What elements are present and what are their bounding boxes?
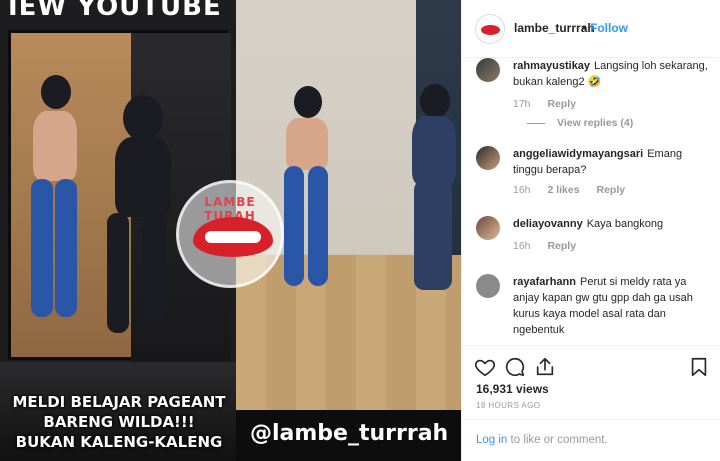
comment-body: rayafarhann Perut si meldy rata ya anjay …	[513, 274, 709, 338]
comment-username[interactable]: anggeliawidymayangsari	[513, 148, 643, 160]
follow-button[interactable]: Follow	[590, 21, 628, 35]
view-replies-label: View replies (4)	[557, 117, 634, 129]
reply-button[interactable]: Reply	[597, 184, 626, 196]
comment-username[interactable]: rayafarhann	[513, 276, 576, 288]
media-caption: MELDI BELAJAR PAGEANT BARENG WILDA!!! BU…	[12, 392, 226, 452]
comments-list[interactable]: rahmayustikay Langsing loh sekarang, buka…	[462, 58, 720, 345]
post-timestamp: 18 HOURS AGO	[476, 401, 541, 410]
comment-likes[interactable]: 2 likes	[547, 184, 579, 196]
media-handle-bar: @lambe_turrrah	[236, 410, 461, 461]
media-caption-line-3: BUKAN KALENG-KALENG	[15, 433, 223, 451]
heart-icon[interactable]	[474, 356, 496, 378]
profile-avatar[interactable]	[475, 14, 505, 44]
view-replies-button[interactable]: View replies (4)	[527, 117, 633, 129]
comment-body: anggeliawidymayangsari Emang tinggu berap…	[513, 146, 709, 178]
comment-time: 16h	[513, 240, 531, 252]
comment-time: 17h	[513, 98, 531, 110]
login-prompt-text: to like or comment.	[507, 434, 608, 446]
bookmark-icon[interactable]	[688, 356, 710, 378]
media-top-caption: IEW YOUTUBE	[8, 0, 222, 22]
post-actions: 16,931 views 18 HOURS AGO Log in to like…	[462, 345, 720, 461]
comment-avatar[interactable]	[476, 146, 500, 170]
comment-username[interactable]: rahmayustikay	[513, 60, 590, 72]
lambe-turah-watermark: LAMBE TURAH	[176, 180, 284, 288]
comment-meta: 16h 2 likes Reply	[513, 184, 639, 196]
share-icon[interactable]	[534, 356, 556, 378]
comment-text: Kaya bangkong	[586, 218, 664, 230]
comment-avatar[interactable]	[476, 216, 500, 240]
post-header: lambe_turrrah • Follow	[462, 0, 720, 58]
comment-meta: 17h Reply	[513, 98, 590, 110]
comment-meta: 16h Reply	[513, 240, 590, 252]
post-media[interactable]: IEW YOUTUBE MELDI BELAJAR PAGEANT BARENG…	[0, 0, 461, 461]
header-separator: •	[582, 21, 587, 35]
comment-avatar[interactable]	[476, 58, 500, 82]
login-link[interactable]: Log in	[476, 434, 507, 446]
view-count[interactable]: 16,931 views	[476, 382, 549, 396]
comment-body: deliayovanny Kaya bangkong	[513, 216, 709, 232]
reply-button[interactable]: Reply	[547, 240, 576, 252]
comment-time: 16h	[513, 184, 531, 196]
reply-button[interactable]: Reply	[547, 98, 576, 110]
media-handle-text: @lambe_turrrah	[250, 421, 449, 446]
media-caption-line-2: BARENG WILDA!!!	[43, 413, 195, 431]
media-caption-line-1: MELDI BELAJAR PAGEANT	[12, 393, 226, 411]
comment-body: rahmayustikay Langsing loh sekarang, buka…	[513, 58, 709, 90]
post-sidebar: lambe_turrrah • Follow rahmayustikay Lang…	[461, 0, 720, 461]
login-prompt: Log in to like or comment.	[462, 419, 720, 461]
comment-icon[interactable]	[504, 356, 526, 378]
comment-avatar[interactable]	[476, 274, 500, 298]
comment-username[interactable]: deliayovanny	[513, 218, 583, 230]
